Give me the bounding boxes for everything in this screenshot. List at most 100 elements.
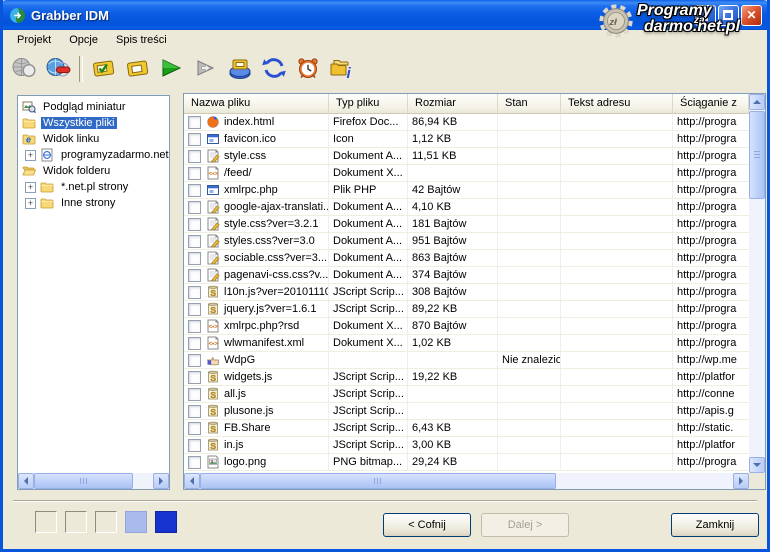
column-header-typ-pliku[interactable]: Typ pliku	[329, 94, 408, 114]
toolbar-start-green-button[interactable]	[155, 53, 189, 85]
expand-plus-icon[interactable]: +	[25, 150, 36, 161]
row-checkbox[interactable]	[188, 167, 201, 180]
toolbar-separator	[79, 56, 83, 82]
vertical-scrollbar[interactable]	[749, 94, 765, 473]
table-row[interactable]: logo.pngPNG bitmap...29,24 KBhttp://prog…	[184, 454, 749, 471]
expand-plus-icon[interactable]: +	[25, 182, 36, 193]
scroll-right-button[interactable]	[153, 473, 169, 489]
expand-plus-icon[interactable]: +	[25, 198, 36, 209]
scroll-left-button[interactable]	[184, 473, 200, 489]
row-checkbox[interactable]	[188, 405, 201, 418]
column-header-stan[interactable]: Stan	[498, 94, 561, 114]
row-checkbox[interactable]	[188, 303, 201, 316]
maximize-button[interactable]	[718, 5, 739, 26]
tree-item-widok-linku[interactable]: eWidok linku	[22, 131, 169, 147]
column-header-rozmiar[interactable]: Rozmiar	[408, 94, 498, 114]
scrollbar-thumb[interactable]	[200, 473, 556, 489]
table-row[interactable]: Swidgets.jsJScript Scrip...19,22 KBhttp:…	[184, 369, 749, 386]
table-row[interactable]: Sjquery.js?ver=1.6.1JScript Scrip...89,2…	[184, 301, 749, 318]
tree-horizontal-scrollbar[interactable]	[18, 473, 169, 489]
table-row[interactable]: style.cssDokument A...11,51 KBhttp://pro…	[184, 148, 749, 165]
table-row[interactable]: Sl10n.js?ver=20101110JScript Scrip...308…	[184, 284, 749, 301]
toolbar-folder-info-button[interactable]: i	[325, 53, 359, 85]
row-checkbox[interactable]	[188, 150, 201, 163]
column-header-nazwa-pliku[interactable]: Nazwa pliku	[184, 94, 329, 114]
row-checkbox[interactable]	[188, 388, 201, 401]
row-checkbox[interactable]	[188, 252, 201, 265]
download-url-cell: http://progra	[673, 165, 749, 181]
table-row[interactable]: styles.css?ver=3.0Dokument A...951 Bajtó…	[184, 233, 749, 250]
row-checkbox[interactable]	[188, 456, 201, 469]
table-row[interactable]: google-ajax-translati...Dokument A...4,1…	[184, 199, 749, 216]
tree-item-inne-strony[interactable]: +Inne strony	[22, 195, 169, 211]
menu-item-spis-treści[interactable]: Spis treści	[107, 32, 176, 48]
row-checkbox[interactable]	[188, 269, 201, 282]
column-header-ściąganie-z[interactable]: Ściąganie z	[673, 94, 749, 114]
table-row[interactable]: style.css?ver=3.2.1Dokument A...181 Bajt…	[184, 216, 749, 233]
tree-item-podgląd-miniatur[interactable]: Podgląd miniatur	[22, 99, 169, 115]
row-checkbox[interactable]	[188, 184, 201, 197]
column-header-tekst-adresu[interactable]: Tekst adresu	[561, 94, 673, 114]
table-row[interactable]: <•>xmlrpc.php?rsdDokument X...870 Bajtów…	[184, 318, 749, 335]
table-row[interactable]: index.htmlFirefox Doc...86,94 KBhttp://p…	[184, 114, 749, 131]
tree-item-wszystkie-pliki[interactable]: Wszystkie pliki	[22, 115, 169, 131]
row-checkbox[interactable]	[188, 371, 201, 384]
row-checkbox[interactable]	[188, 133, 201, 146]
table-row[interactable]: <•>wlwmanifest.xmlDokument X...1,02 KBht…	[184, 335, 749, 352]
row-checkbox[interactable]	[188, 116, 201, 129]
table-row[interactable]: pagenavi-css.css?v...Dokument A...374 Ba…	[184, 267, 749, 284]
address-text-cell	[561, 199, 673, 215]
row-checkbox[interactable]	[188, 439, 201, 452]
menu-item-projekt[interactable]: Projekt	[8, 32, 60, 48]
row-checkbox[interactable]	[188, 320, 201, 333]
row-checkbox[interactable]	[188, 337, 201, 350]
folder-tree: Podgląd miniatur Wszystkie plikieWidok li…	[18, 96, 169, 473]
title-bar[interactable]: Grabber IDM ✕ zł Programy za darmo.net.p…	[0, 0, 770, 30]
address-text-cell	[561, 114, 673, 130]
row-checkbox[interactable]	[188, 354, 201, 367]
scroll-right-button[interactable]	[733, 473, 749, 489]
toolbar-grab-check-button[interactable]	[87, 53, 121, 85]
file-status-cell	[498, 369, 561, 385]
table-horizontal-scrollbar[interactable]	[184, 473, 749, 489]
table-row[interactable]: Sin.jsJScript Scrip...3,00 KBhttp://plat…	[184, 437, 749, 454]
table-row[interactable]: Sall.jsJScript Scrip...http://conne	[184, 386, 749, 403]
row-checkbox[interactable]	[188, 235, 201, 248]
back-button[interactable]: < Cofnij	[383, 513, 471, 537]
minimize-button[interactable]	[695, 5, 716, 26]
tree-item-programyzadarmo-net[interactable]: +programyzadarmo.net.	[22, 147, 169, 163]
row-checkbox[interactable]	[188, 218, 201, 231]
file-name: widgets.js	[224, 369, 272, 385]
menu-item-opcje[interactable]: Opcje	[60, 32, 107, 48]
scroll-down-button[interactable]	[749, 457, 765, 473]
table-row[interactable]: SFB.ShareJScript Scrip...6,43 KBhttp://s…	[184, 420, 749, 437]
toolbar-globe-search-button[interactable]	[7, 53, 41, 85]
row-checkbox[interactable]	[188, 201, 201, 214]
table-row[interactable]: <•>/feed/Dokument X...http://progra	[184, 165, 749, 182]
close-wizard-button[interactable]: Zamknij	[671, 513, 759, 537]
scrollbar-thumb[interactable]	[749, 111, 765, 199]
table-row[interactable]: xmlrpc.phpPlik PHP42 Bajtówhttp://progra	[184, 182, 749, 199]
close-button[interactable]: ✕	[741, 5, 762, 26]
tree-item-net-pl-strony[interactable]: +*.net.pl strony	[22, 179, 169, 195]
row-checkbox[interactable]	[188, 422, 201, 435]
scroll-left-button[interactable]	[18, 473, 34, 489]
file-name-cell: <•>/feed/	[184, 165, 329, 181]
toolbar-globe-remove-button[interactable]	[41, 53, 75, 85]
tree-item-widok-folderu[interactable]: Widok folderu	[22, 163, 169, 179]
toolbar-grab-save-button[interactable]	[121, 53, 155, 85]
toolbar-export-stack-button[interactable]	[223, 53, 257, 85]
table-row[interactable]: sociable.css?ver=3....Dokument A...863 B…	[184, 250, 749, 267]
tree-item-label: Podgląd miniatur	[41, 101, 128, 113]
toolbar-scheduler-clock-button[interactable]	[291, 53, 325, 85]
table-row[interactable]: favicon.icoIcon1,12 KBhttp://progra	[184, 131, 749, 148]
tree-item-label: Widok folderu	[41, 165, 112, 177]
toolbar-refresh-button[interactable]	[257, 53, 291, 85]
table-row[interactable]: WdpGNie znalezio...http://wp.me	[184, 352, 749, 369]
table-row[interactable]: Splusone.jsJScript Scrip...http://apis.g	[184, 403, 749, 420]
scroll-up-button[interactable]	[749, 94, 765, 110]
next-button[interactable]: Dalej >	[481, 513, 569, 537]
toolbar-start-gray-button[interactable]	[189, 53, 223, 85]
scrollbar-thumb[interactable]	[34, 473, 133, 489]
row-checkbox[interactable]	[188, 286, 201, 299]
